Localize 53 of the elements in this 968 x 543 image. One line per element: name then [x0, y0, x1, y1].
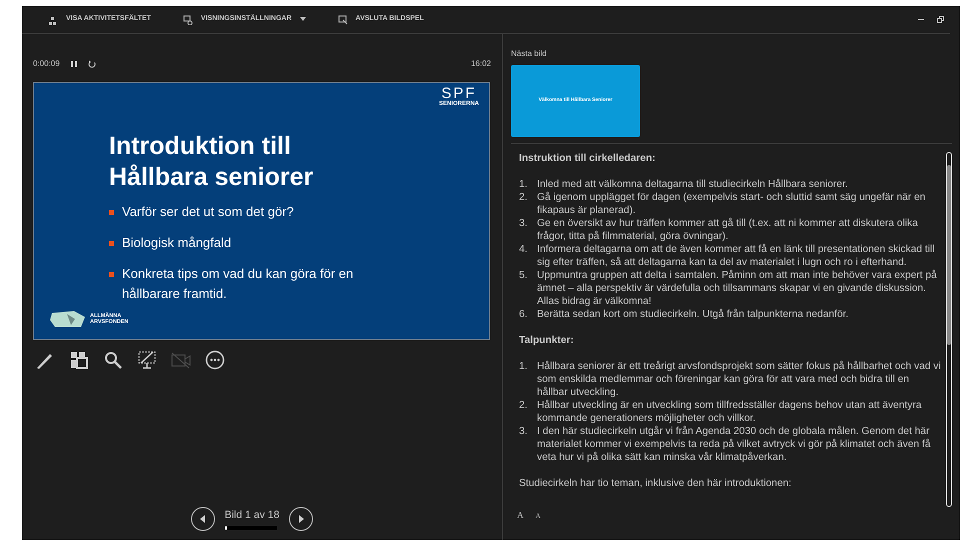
- notes-item: I den här studiecirkeln utgår vi från Agenda 2030 och de globala målen. Genom det här materialet kommer vi exempelvis ta reda på vilket avtryck vi gör på klimatet och även få veta hur vi på olika sätt kan minska vår klimatpåverkan.: [537, 425, 932, 464]
- list-number: 1.: [519, 360, 528, 374]
- list-number: 3.: [519, 425, 528, 439]
- list-number: 1.: [519, 178, 528, 191]
- list-number: 2.: [519, 191, 528, 205]
- notes-heading: Talpunkter:: [519, 334, 575, 347]
- next-slide-button[interactable]: [289, 507, 314, 531]
- slide-counter: Bild 1 av 18: [224, 508, 280, 524]
- camera-icon: [171, 350, 191, 370]
- more-icon: [205, 350, 225, 370]
- notes-item: Gå igenom upplägget för dagen (exempelvis start- och sluttid samt säg ungefär när en fikapaus är planerad).: [537, 191, 926, 217]
- list-number: 3.: [519, 217, 528, 231]
- notes-item: Inled med att välkomna deltagarna till studiecirkeln Hållbara seniorer.: [537, 178, 848, 191]
- notes-item: Hållbara seniorer är ett treårigt arvsfondsprojekt som sätter fokus på hållbarhet och vad vi som enskilda medlemmar och föreningar kan göra för att vara med och bidra till en hållbar utveckling.: [537, 360, 942, 399]
- notes-item: Uppmuntra gruppen att delta i samtalen. Påminn om att man inte behöver vara expert på ämnet – alla perspektiv är värdefulla och tillsammans skapar vi en givande diskussion. Allas bidrag är välkomna!: [537, 269, 938, 308]
- increase-font-button[interactable]: A: [511, 509, 530, 522]
- slide-bullet: Varför ser det ut som det gör?: [122, 203, 294, 221]
- previous-icon: [198, 515, 207, 523]
- search-icon: [103, 350, 123, 370]
- notes-text: Studiecirkeln har tio teman, inklusive den här introduktionen:: [519, 477, 792, 490]
- restart-icon: [88, 60, 96, 68]
- next-icon: [297, 515, 306, 523]
- list-number: 6.: [519, 308, 528, 321]
- grid-icon: [69, 350, 89, 370]
- elapsed-time: 0:00:09: [33, 58, 60, 70]
- list-number: 2.: [519, 399, 528, 413]
- next-slide-heading: Nästa bild: [511, 48, 548, 60]
- bullet-icon: [109, 210, 114, 215]
- logo-letters: SPF: [441, 86, 477, 101]
- pause-icon: [70, 60, 78, 68]
- notes-item: Ge en översikt av hur träffen kommer att gå till (t.ex. att ni kommer att diskutera olika frågor, titta på filmmaterial, göra övningar).: [537, 217, 919, 243]
- scrollbar-thumb[interactable]: [947, 165, 951, 345]
- slide-title: Introduktion till Hållbara seniorer: [109, 131, 314, 192]
- list-number: 5.: [519, 269, 528, 283]
- list-number: 4.: [519, 243, 528, 257]
- notes-item: Hållbar utveckling är en utveckling som tillfredsställer dagens behov utan att äventyra kommande generationers möjligheter och villkor.: [537, 399, 922, 425]
- display-settings-icon: [182, 14, 193, 24]
- notes-heading: Instruktion till cirkelledaren:: [519, 152, 656, 165]
- slide-bullet: Biologisk mångfald: [122, 234, 232, 252]
- clock-time: 16:02: [470, 58, 491, 70]
- screen-icon: [137, 350, 157, 370]
- taskbar-icon: [48, 14, 58, 24]
- notes-item: Informera deltagarna om att de även kommer att få en länk till presentationen skickad till sig efter träffen, så att deltagarna kan ta del av materialet i lugn och ro i efterhand.: [537, 243, 936, 269]
- screen-exit-icon: [338, 14, 348, 24]
- more-options-button[interactable]: [205, 348, 225, 372]
- bullet-icon: [109, 240, 114, 246]
- previous-slide-button[interactable]: [190, 507, 215, 531]
- notes-item: Berätta sedan kort om studiecirkeln. Utgå från talpunkterna nedanför.: [537, 308, 848, 321]
- bullet-icon: [109, 272, 114, 277]
- slide-bullet: Konkreta tips om vad du kan göra för en hållbarare framtid.: [122, 264, 354, 304]
- scrollbar[interactable]: [946, 152, 952, 507]
- restore-icon: [937, 16, 944, 23]
- logo-icon: [49, 309, 87, 329]
